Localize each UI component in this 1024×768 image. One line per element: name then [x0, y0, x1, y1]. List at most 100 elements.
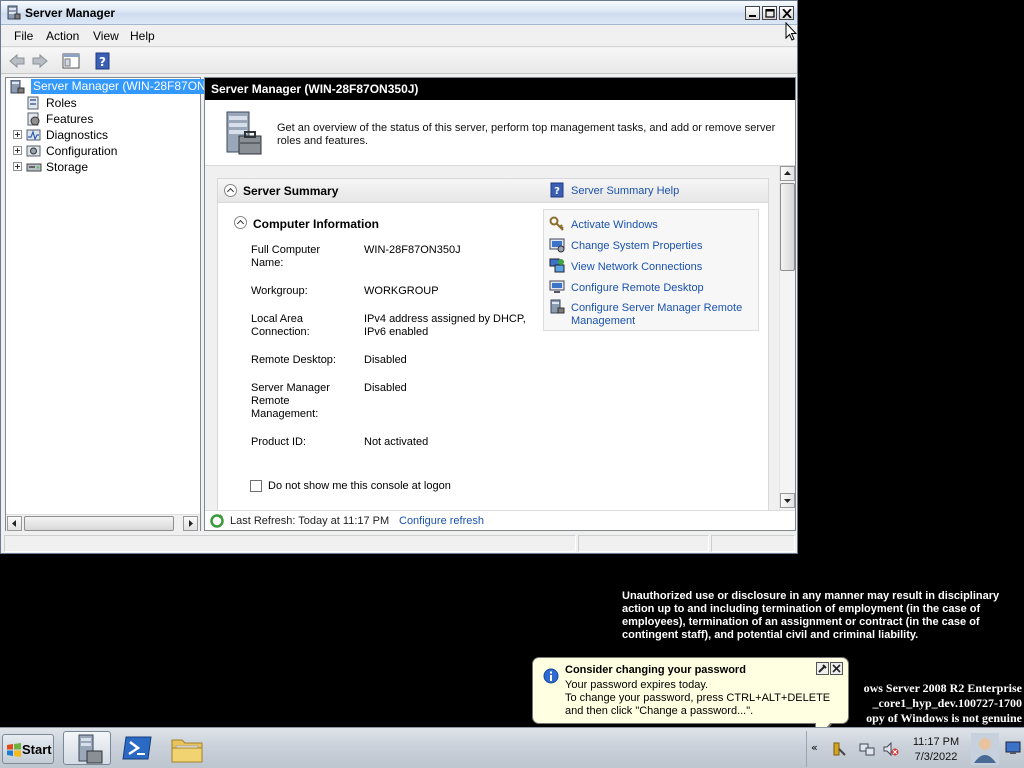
- task-change-system-properties[interactable]: Change System Properties: [549, 237, 754, 255]
- clock-time[interactable]: 11:17 PM: [907, 736, 965, 748]
- windows-flag-icon: [7, 743, 21, 757]
- tree-item-server-manager[interactable]: Server Manager (WIN-28F87ON350: [9, 79, 228, 95]
- diagnostics-icon: [26, 129, 41, 141]
- server-summary-title: Server Summary: [243, 184, 339, 198]
- expand-diagnostics-icon[interactable]: [13, 130, 22, 139]
- back-arrow-icon[interactable]: [7, 51, 27, 71]
- configure-refresh-link[interactable]: Configure refresh: [399, 515, 484, 527]
- task-activate-windows[interactable]: Activate Windows: [549, 216, 754, 234]
- status-panel: [711, 535, 795, 552]
- task-link[interactable]: View Network Connections: [571, 261, 702, 274]
- menu-action[interactable]: Action: [46, 29, 79, 43]
- help-book-icon: ?: [550, 182, 564, 198]
- tree-scroll-thumb[interactable]: [24, 516, 174, 531]
- maximize-button[interactable]: [762, 6, 777, 20]
- tree-item-label: Diagnostics: [46, 128, 109, 142]
- help-icon[interactable]: ?: [93, 51, 113, 71]
- balloon-title: Consider changing your password: [565, 664, 746, 676]
- do-not-show-at-logon[interactable]: Do not show me this console at logon: [250, 479, 550, 495]
- scroll-left-icon: [12, 520, 16, 527]
- expand-storage-icon[interactable]: [13, 162, 22, 171]
- task-configure-server-manager-remote-management[interactable]: Configure Server Manager Remote Manageme…: [549, 299, 754, 329]
- tree-item-label: Roles: [46, 96, 77, 110]
- task-link[interactable]: Activate Windows: [571, 219, 658, 232]
- close-button[interactable]: [779, 6, 794, 20]
- computer-information-title: Computer Information: [253, 217, 379, 231]
- key-icon: [549, 216, 564, 231]
- password-notification-balloon[interactable]: Consider changing your password Your pas…: [532, 657, 849, 743]
- clock-date[interactable]: 7/3/2022: [907, 751, 965, 763]
- collapse-computer-information-icon[interactable]: [234, 216, 247, 229]
- balloon-line: Your password expires today.: [565, 679, 709, 691]
- info-value: IPv4 address assigned by DHCP, IPv6 enab…: [364, 313, 526, 338]
- expand-configuration-icon[interactable]: [13, 146, 22, 155]
- task-configure-remote-desktop[interactable]: Configure Remote Desktop: [549, 279, 754, 297]
- tree-item-diagnostics[interactable]: Diagnostics: [26, 127, 176, 143]
- svg-text:?: ?: [99, 55, 106, 69]
- server-summary-header: Server Summary ? Server Summary Help: [218, 179, 768, 203]
- computer-information-header: Computer Information: [234, 215, 534, 235]
- status-panel: [578, 535, 709, 552]
- menu-view[interactable]: View: [93, 29, 119, 43]
- server-manager-icon: [78, 734, 103, 764]
- tree-item-storage[interactable]: Storage: [26, 159, 176, 175]
- tree-item-features[interactable]: Features: [26, 111, 176, 127]
- close-icon: [782, 9, 792, 18]
- task-view-network-connections[interactable]: View Network Connections: [549, 258, 754, 276]
- info-key: Workgroup:: [251, 285, 308, 297]
- scroll-down-button[interactable]: [780, 493, 795, 508]
- window-title: Server Manager: [25, 6, 116, 20]
- action-center-icon[interactable]: [831, 741, 847, 757]
- minimize-button[interactable]: [745, 6, 760, 20]
- network-connections-icon: [549, 258, 565, 273]
- details-scroll-thumb[interactable]: [780, 183, 795, 271]
- start-label: Start: [22, 742, 52, 757]
- tree-root-label: Server Manager (WIN-28F87ON350: [31, 79, 228, 94]
- overview-text: Get an overview of the status of this se…: [277, 122, 776, 147]
- network-icon[interactable]: [859, 741, 875, 757]
- start-button[interactable]: Start: [2, 734, 54, 764]
- tree-item-label: Features: [46, 112, 94, 126]
- balloon-options-button[interactable]: [816, 662, 829, 675]
- details-pane: Server Manager (WIN-28F87ON350J) Get an …: [204, 77, 796, 531]
- details-vertical-scrollbar[interactable]: [779, 166, 795, 510]
- task-link[interactable]: Configure Server Manager Remote Manageme…: [571, 302, 751, 328]
- info-key: Server Manager Remote Management:: [251, 382, 330, 420]
- taskbar-server-manager[interactable]: [63, 731, 111, 765]
- menu-help[interactable]: Help: [130, 29, 155, 43]
- info-value: Not activated: [364, 436, 429, 448]
- title-bar[interactable]: Server Manager: [1, 1, 797, 25]
- taskbar-windows-explorer[interactable]: [163, 731, 211, 765]
- scroll-right-button[interactable]: [183, 516, 198, 531]
- show-hide-console-tree-icon[interactable]: [61, 51, 81, 71]
- powershell-icon: [122, 736, 152, 760]
- collapse-summary-icon[interactable]: [224, 184, 237, 197]
- balloon-close-button[interactable]: [830, 662, 843, 675]
- show-desktop-icon[interactable]: [1005, 739, 1021, 755]
- forward-arrow-icon[interactable]: [30, 51, 50, 71]
- scroll-up-button[interactable]: [780, 166, 795, 181]
- taskbar-powershell[interactable]: [113, 731, 161, 765]
- do-not-show-checkbox[interactable]: [250, 480, 262, 492]
- refresh-bar: Last Refresh: Today at 11:17 PM Configur…: [205, 510, 795, 530]
- details-header: Server Manager (WIN-28F87ON350J): [205, 78, 795, 100]
- info-key: Remote Desktop:: [251, 354, 336, 366]
- info-value: Disabled: [364, 382, 407, 394]
- info-row-local-area-connection: Local Area Connection: IPv4 address assi…: [251, 313, 541, 341]
- mouse-cursor-icon: [785, 22, 797, 41]
- task-link[interactable]: Change System Properties: [571, 240, 702, 253]
- info-value: WORKGROUP: [364, 285, 439, 297]
- scroll-left-button[interactable]: [7, 516, 22, 531]
- volume-muted-icon[interactable]: [883, 741, 899, 757]
- server-summary-help-link[interactable]: Server Summary Help: [571, 185, 679, 197]
- tree-horizontal-scrollbar[interactable]: [6, 514, 200, 531]
- windows-branding: ows Server 2008 R2 Enterprise _core1_hyp…: [842, 681, 1022, 726]
- info-key: Product ID:: [251, 436, 307, 448]
- user-icon[interactable]: [971, 733, 999, 765]
- menu-file[interactable]: File: [14, 29, 33, 43]
- show-hidden-icons-button[interactable]: «: [811, 741, 818, 754]
- roles-icon: [27, 96, 39, 110]
- task-link[interactable]: Configure Remote Desktop: [571, 282, 704, 295]
- tree-item-roles[interactable]: Roles: [26, 95, 176, 111]
- tree-item-configuration[interactable]: Configuration: [26, 143, 176, 159]
